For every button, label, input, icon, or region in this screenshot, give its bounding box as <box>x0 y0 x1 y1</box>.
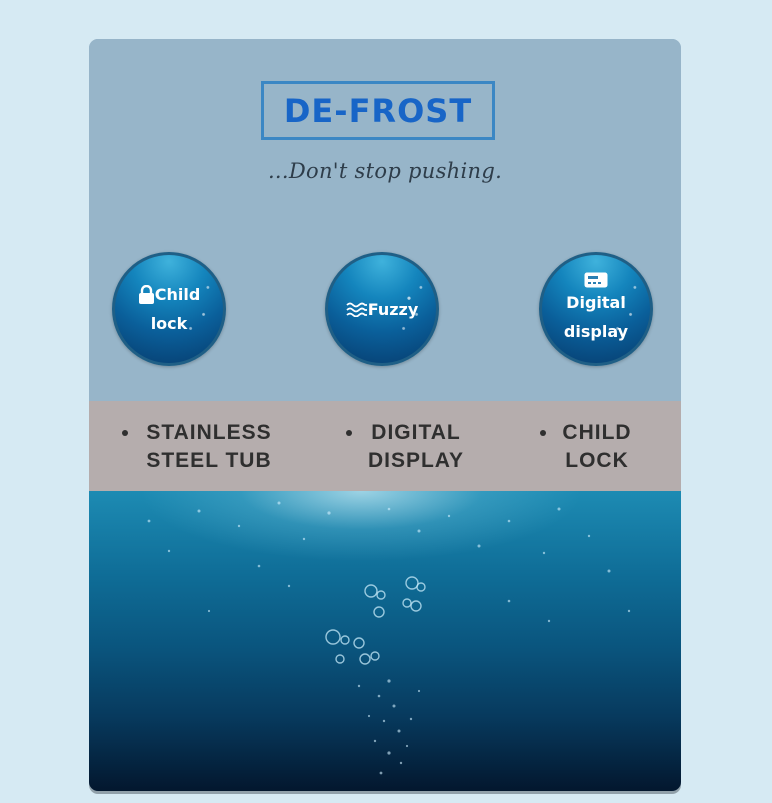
underwater-bubbles-image <box>89 491 681 791</box>
hero-section: DE-FROST ...Don't stop pushing. Child lo… <box>89 39 681 401</box>
lock-icon <box>138 285 155 304</box>
feature-bubble-fuzzy[interactable]: Fuzzy <box>325 252 439 366</box>
feature-line2: LOCK <box>565 449 629 472</box>
product-card: DE-FROST ...Don't stop pushing. Child lo… <box>89 39 681 791</box>
feature-item-child-lock: CHILD LOCK <box>540 419 634 475</box>
feature-line2: STEEL TUB <box>146 449 272 472</box>
feature-item-stainless-steel-tub: STAINLESS STEEL TUB <box>122 419 276 475</box>
feature-line2: DISPLAY <box>367 449 465 472</box>
feature-item-digital-display: DIGITAL DISPLAY <box>346 419 468 475</box>
bullet-dot <box>346 430 352 436</box>
features-band: STAINLESS STEEL TUB DIGITAL DISPLAY CHIL… <box>89 401 681 491</box>
bubble-label-line1: Fuzzy <box>367 299 419 319</box>
bubble-label-line2: display <box>563 322 629 341</box>
brand-title-text: DE-FROST <box>283 91 473 130</box>
feature-bubble-digital-display[interactable]: Digital display <box>539 252 653 366</box>
feature-line1: DIGITAL <box>371 421 461 444</box>
bubbles-illustration <box>147 501 631 775</box>
display-card-icon <box>584 272 608 288</box>
bubble-label-line2: lock <box>150 314 188 333</box>
feature-bubble-child-lock[interactable]: Child lock <box>112 252 226 366</box>
waves-icon <box>346 302 368 317</box>
bubble-label-line1: Digital <box>566 293 626 312</box>
brand-title: DE-FROST <box>261 81 495 140</box>
bullet-dot <box>540 430 546 436</box>
tagline: ...Don't stop pushing. <box>267 159 503 183</box>
feature-line1: CHILD <box>562 421 632 444</box>
feature-line1: STAINLESS <box>146 421 272 444</box>
bullet-dot <box>122 430 128 436</box>
bubble-label-line1: Child <box>154 285 201 304</box>
